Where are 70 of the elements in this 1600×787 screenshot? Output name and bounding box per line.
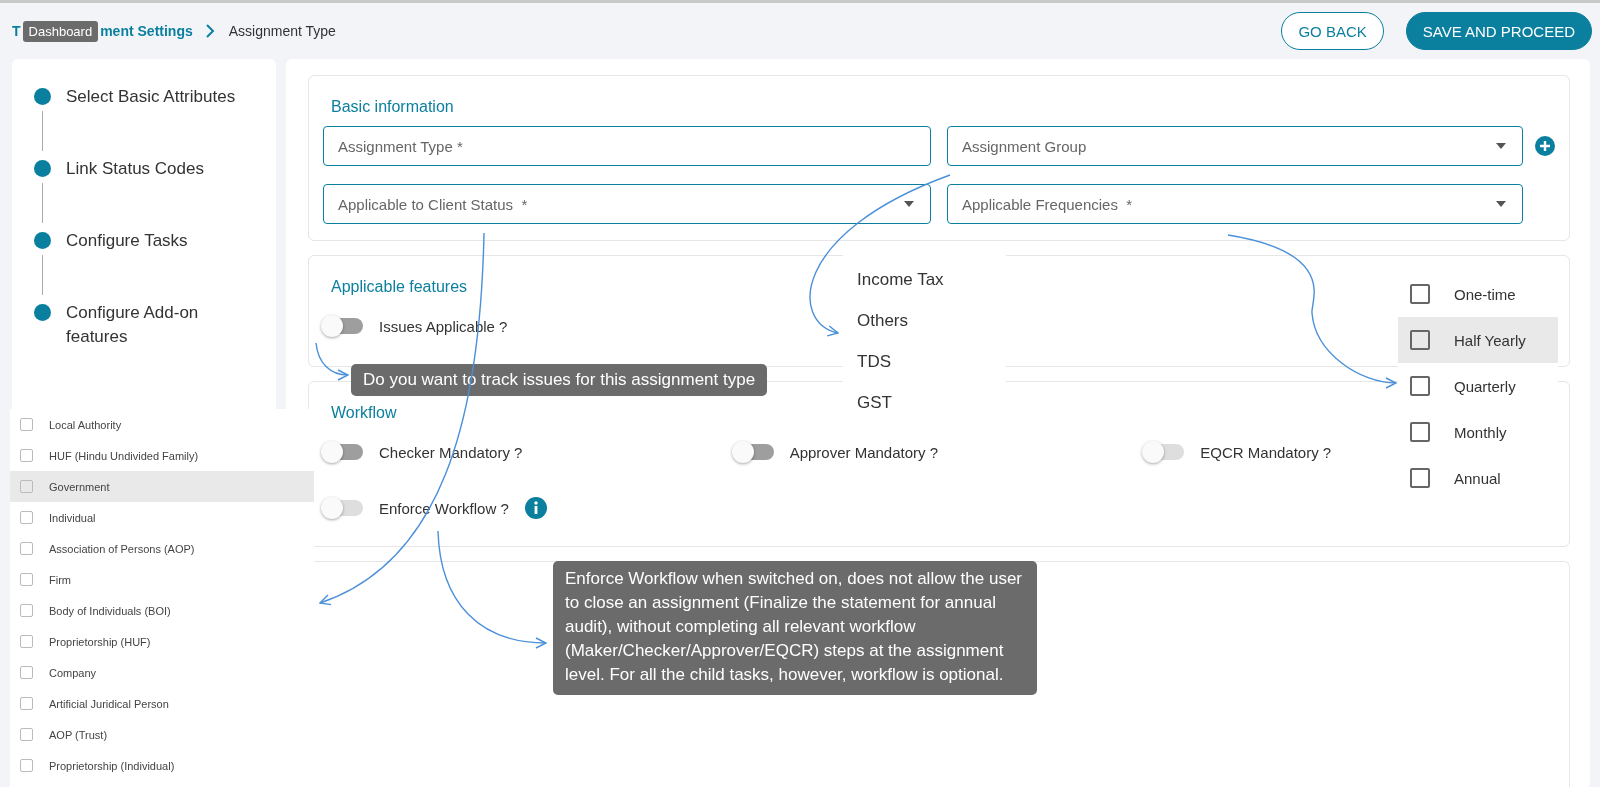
menu-item[interactable]: Government <box>10 471 314 502</box>
menu-item[interactable]: GST <box>843 382 1006 423</box>
breadcrumb-link[interactable]: T <box>12 23 21 39</box>
menu-item[interactable]: Quarterly <box>1398 363 1558 409</box>
menu-item[interactable]: TDS <box>843 341 1006 382</box>
checkbox[interactable] <box>1410 376 1430 396</box>
step-dot <box>33 232 51 249</box>
menu-item[interactable]: Proprietorship (HUF) <box>10 626 314 657</box>
checkbox[interactable] <box>20 759 33 772</box>
menu-item[interactable]: Monthly <box>1398 409 1558 455</box>
step-label[interactable]: Configure Add-on features <box>66 301 246 349</box>
menu-item[interactable]: Firm <box>10 564 314 595</box>
checkbox[interactable] <box>1410 468 1430 488</box>
checkbox[interactable] <box>20 480 33 493</box>
caret-icon <box>904 201 914 207</box>
menu-item[interactable]: AOP (Trust) <box>10 719 314 750</box>
toggle-switch[interactable] <box>323 444 363 460</box>
toggle-label: Approver Mandatory ? <box>789 443 939 461</box>
checkbox[interactable] <box>20 511 33 524</box>
toggle-switch[interactable] <box>323 318 363 334</box>
menu-item[interactable]: Association of Persons (AOP) <box>10 533 314 564</box>
checkbox[interactable] <box>1410 422 1430 442</box>
menu-item[interactable]: Income Tax <box>843 259 1006 300</box>
menu-item[interactable]: Artificial Juridical Person <box>10 688 314 719</box>
checkbox[interactable] <box>20 728 33 741</box>
breadcrumb-link[interactable]: ment Settings <box>100 23 193 39</box>
menu-item[interactable]: Others <box>843 300 1006 341</box>
tooltip: Enforce Workflow when switched on, does not allow the user to close an assignment (Finalize the statement for annual audit), without completing all relevant workflow (Maker/Checker/Approver/EQCR) steps at the assignment level. For all the child tasks, however, workflow is optional. <box>553 561 1037 695</box>
menu-item[interactable]: Local Authority <box>10 409 314 440</box>
menu-item[interactable]: Body of Individuals (BOI) <box>10 595 314 626</box>
save-button[interactable]: SAVE AND PROCEED <box>1405 12 1592 50</box>
caret-icon <box>1496 143 1506 149</box>
section-title: Applicable features <box>330 277 469 297</box>
menu-item[interactable]: HUF (Hindu Undivided Family) <box>10 440 314 471</box>
menu-item[interactable]: Annual <box>1398 455 1558 501</box>
checkbox[interactable] <box>20 449 33 462</box>
checkbox[interactable] <box>20 635 33 648</box>
checkbox[interactable] <box>20 604 33 617</box>
step-dot <box>33 88 51 105</box>
menu-item[interactable]: Individual <box>10 502 314 533</box>
add-icon[interactable] <box>1535 136 1555 156</box>
checkbox[interactable] <box>20 697 33 710</box>
menu-item[interactable]: One-time <box>1398 271 1558 317</box>
checkbox[interactable] <box>20 542 33 555</box>
toggle-label: EQCR Mandatory ? <box>1200 443 1332 461</box>
checkbox[interactable] <box>20 573 33 586</box>
input-field[interactable]: Assignment Type * <box>323 126 931 166</box>
caret-icon <box>1496 201 1506 207</box>
step-dot <box>33 160 51 177</box>
checkbox[interactable] <box>20 666 33 679</box>
select-field[interactable]: Applicable Frequencies * <box>947 184 1523 224</box>
toggle-switch[interactable] <box>733 444 774 460</box>
menu-item[interactable]: Company <box>10 657 314 688</box>
toggle-label: Enforce Workflow ? <box>379 499 509 517</box>
menu-item[interactable]: Half Yearly <box>1398 317 1558 363</box>
checkbox[interactable] <box>20 418 33 431</box>
step-label[interactable]: Configure Tasks <box>66 229 246 301</box>
chevron-right-icon <box>204 24 215 38</box>
step-label[interactable]: Link Status Codes <box>66 157 246 229</box>
select-field[interactable]: Applicable to Client Status * <box>323 184 931 224</box>
select-field[interactable]: Assignment Group <box>947 126 1523 166</box>
go-back-button[interactable]: GO BACK <box>1281 12 1384 50</box>
step-dot <box>33 304 51 321</box>
checkbox[interactable] <box>1410 284 1430 304</box>
menu-item[interactable]: Proprietorship (Individual) <box>10 750 314 781</box>
tooltip: Dashboard <box>22 20 99 42</box>
step-label[interactable]: Select Basic Attributes <box>66 85 246 157</box>
checkbox[interactable] <box>1410 330 1430 350</box>
section-title: Basic information <box>330 97 455 117</box>
breadcrumb-current: Assignment Type <box>228 23 336 39</box>
